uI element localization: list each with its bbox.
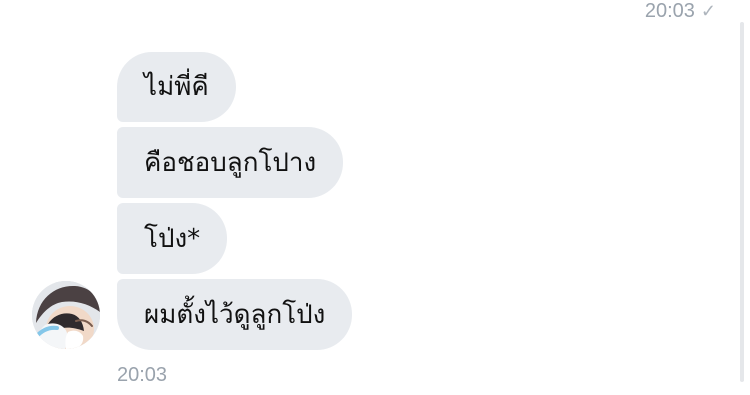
message-bubble[interactable]: คือชอบลูกโปาง bbox=[117, 127, 344, 198]
check-icon: ✓ bbox=[700, 0, 716, 21]
message-text: โป่ง* bbox=[144, 223, 201, 254]
avatar-image bbox=[32, 281, 100, 349]
outgoing-timestamp: 20:03 bbox=[644, 0, 695, 22]
scrollbar[interactable] bbox=[740, 22, 744, 382]
message-bubble[interactable]: ไม่พี่คี bbox=[117, 52, 236, 122]
message-text: คือชอบลูกโปาง bbox=[144, 147, 317, 178]
outgoing-message-meta: 20:03 ✓ bbox=[645, 0, 716, 22]
message-bubble[interactable]: โป่ง* bbox=[117, 203, 228, 274]
message-text: ไม่พี่คี bbox=[144, 72, 209, 102]
incoming-timestamp: 20:03 bbox=[117, 364, 168, 386]
message-text: ผมตั้งไว้ดูลูกโป่ง bbox=[144, 299, 326, 330]
message-bubble[interactable]: ผมตั้งไว้ดูลูกโป่ง bbox=[117, 279, 353, 350]
avatar[interactable] bbox=[32, 281, 100, 349]
